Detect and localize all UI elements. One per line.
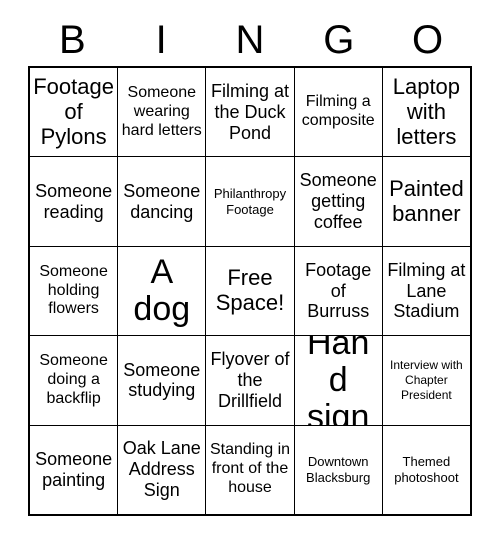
bingo-cell-free-space[interactable]: Free Space! [206,246,294,336]
bingo-cell[interactable]: Flyover of the Drillfield [206,336,294,425]
bingo-cell[interactable]: Footage of Burruss [294,246,382,336]
bingo-header-letter-n: N [235,18,265,62]
bingo-grid: Footage of Pylons Someone wearing hard le… [28,66,472,516]
bingo-cell-label: Filming at Lane Stadium [387,259,466,322]
bingo-card: B I N G O Footage of Pylons Someone weari… [0,0,500,544]
bingo-cell-label: Someone holding flowers [39,262,108,318]
bingo-cell[interactable]: Themed photoshoot [382,425,470,514]
bingo-cell[interactable]: Oak Lane Address Sign [118,425,206,514]
bingo-cell[interactable]: Footage of Pylons [30,68,118,157]
bingo-cell-label: Someone getting coffee [299,170,377,233]
bingo-cell-label: A dog [133,253,191,328]
bingo-header: B I N G O [28,14,472,66]
bingo-cell[interactable]: Filming at the Duck Pond [206,68,294,157]
bingo-cell[interactable]: Someone dancing [118,157,206,246]
bingo-cell[interactable]: Someone wearing hard letters [118,68,206,157]
bingo-cell[interactable]: Hand sign [294,336,382,425]
bingo-cell[interactable]: Someone doing a backflip [30,336,118,425]
bingo-cell-label: Painted banner [389,175,464,226]
bingo-cell[interactable]: Someone painting [30,425,118,514]
bingo-cell[interactable]: Laptop with letters [382,68,470,157]
bingo-cell-label: Hand sign [307,336,370,425]
bingo-cell-label: Someone reading [35,180,113,222]
bingo-cell[interactable]: Someone reading [30,157,118,246]
bingo-cell[interactable]: Someone getting coffee [294,157,382,246]
bingo-cell-label: Interview with Chapter President [390,358,463,402]
bingo-cell-label: Downtown Blacksburg [306,454,371,485]
bingo-cell-label: Philanthropy Footage [213,186,287,217]
bingo-cell[interactable]: Standing in front of the house [206,425,294,514]
bingo-cell-label: Oak Lane Address Sign [122,438,201,501]
bingo-cell-label: Footage of Burruss [305,259,372,322]
bingo-cell-label: Themed photoshoot [394,454,459,485]
bingo-cell-label: Standing in front of the house [209,441,291,497]
bingo-cell-label: Someone dancing [123,180,201,222]
bingo-cell[interactable]: Philanthropy Footage [206,157,294,246]
bingo-cell-label: Laptop with letters [392,74,461,149]
bingo-cell-label: Flyover of the Drillfield [210,349,290,411]
bingo-cell[interactable]: Interview with Chapter President [382,336,470,425]
bingo-cell-label: Someone studying [123,359,201,401]
bingo-header-letter-b: B [59,18,86,62]
bingo-header-letter-o: O [412,18,444,62]
bingo-cell-label: Filming at the Duck Pond [210,80,289,143]
bingo-cell-label: Someone painting [35,448,113,490]
bingo-cell-label: Footage of Pylons [33,74,114,149]
bingo-cell[interactable]: Filming at Lane Stadium [382,246,470,336]
bingo-cell-label: Free Space! [215,265,285,315]
bingo-cell-label: Filming a composite [301,93,375,130]
bingo-cell-label: Someone doing a backflip [39,352,108,407]
bingo-cell[interactable]: Painted banner [382,157,470,246]
bingo-header-letter-i: I [155,18,167,62]
bingo-cell[interactable]: A dog [118,246,206,336]
bingo-cell[interactable]: Downtown Blacksburg [294,425,382,514]
bingo-header-letter-g: G [323,18,355,62]
bingo-cell[interactable]: Someone studying [118,336,206,425]
bingo-cell[interactable]: Filming a composite [294,68,382,157]
bingo-cell[interactable]: Someone holding flowers [30,246,118,336]
bingo-cell-label: Someone wearing hard letters [121,83,202,139]
